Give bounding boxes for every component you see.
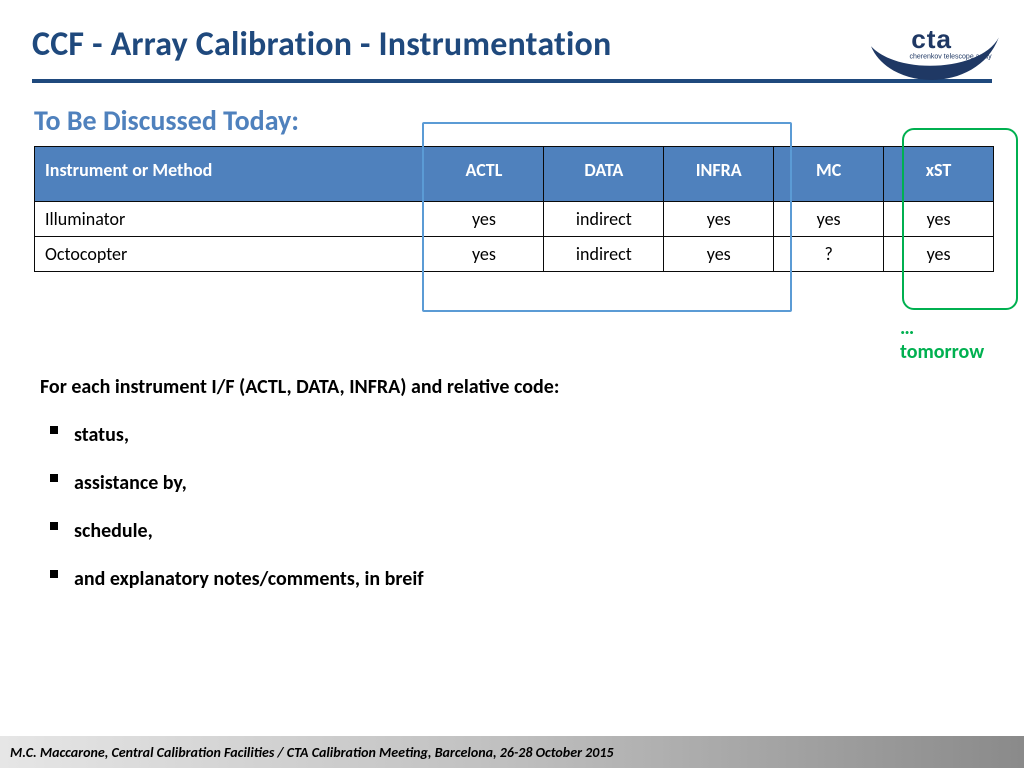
col-header: ACTL: [424, 147, 544, 202]
list-item: and explanatory notes/comments, in breif: [40, 560, 992, 598]
cell: yes: [424, 202, 544, 237]
col-header: Instrument or Method: [35, 147, 424, 202]
col-header: DATA: [544, 147, 664, 202]
list-item: assistance by,: [40, 464, 992, 502]
cell: Illuminator: [35, 202, 424, 237]
cell: ?: [774, 237, 884, 272]
table-header-row: Instrument or Method ACTL DATA INFRA MC …: [35, 147, 994, 202]
cell: Octocopter: [35, 237, 424, 272]
col-header: INFRA: [664, 147, 774, 202]
subheading: To Be Discussed Today:: [34, 103, 992, 138]
cell: yes: [664, 237, 774, 272]
slide-title: CCF - Array Calibration - Instrumentatio…: [32, 24, 992, 75]
cell: indirect: [544, 237, 664, 272]
body-text: For each instrument I/F (ACTL, DATA, INF…: [40, 368, 992, 598]
col-header: xST: [884, 147, 994, 202]
footer-text: M.C. Maccarone, Central Calibration Faci…: [10, 744, 614, 761]
instrument-table: Instrument or Method ACTL DATA INFRA MC …: [34, 146, 994, 272]
cell: indirect: [544, 202, 664, 237]
col-header: MC: [774, 147, 884, 202]
cta-swoosh-icon: cta cherenkov telescope array: [864, 12, 1004, 98]
table-row: Octocopter yes indirect yes ? yes: [35, 237, 994, 272]
cell: yes: [774, 202, 884, 237]
list-item: schedule,: [40, 512, 992, 550]
slide: cta cherenkov telescope array CCF - Arra…: [0, 0, 1024, 768]
svg-text:cta: cta: [911, 24, 952, 54]
title-rule: [32, 79, 992, 83]
cell: yes: [424, 237, 544, 272]
bullet-list: status, assistance by, schedule, and exp…: [40, 416, 992, 598]
body-lead: For each instrument I/F (ACTL, DATA, INF…: [40, 368, 992, 406]
footer-bar: M.C. Maccarone, Central Calibration Faci…: [0, 736, 1024, 768]
table-row: Illuminator yes indirect yes yes yes: [35, 202, 994, 237]
svg-text:cherenkov telescope array: cherenkov telescope array: [910, 54, 993, 61]
cell: yes: [884, 202, 994, 237]
cta-logo: cta cherenkov telescope array: [864, 12, 1004, 98]
tomorrow-label: … tomorrow: [900, 316, 992, 364]
cell: yes: [664, 202, 774, 237]
list-item: status,: [40, 416, 992, 454]
table-wrap: Instrument or Method ACTL DATA INFRA MC …: [32, 146, 992, 272]
cell: yes: [884, 237, 994, 272]
